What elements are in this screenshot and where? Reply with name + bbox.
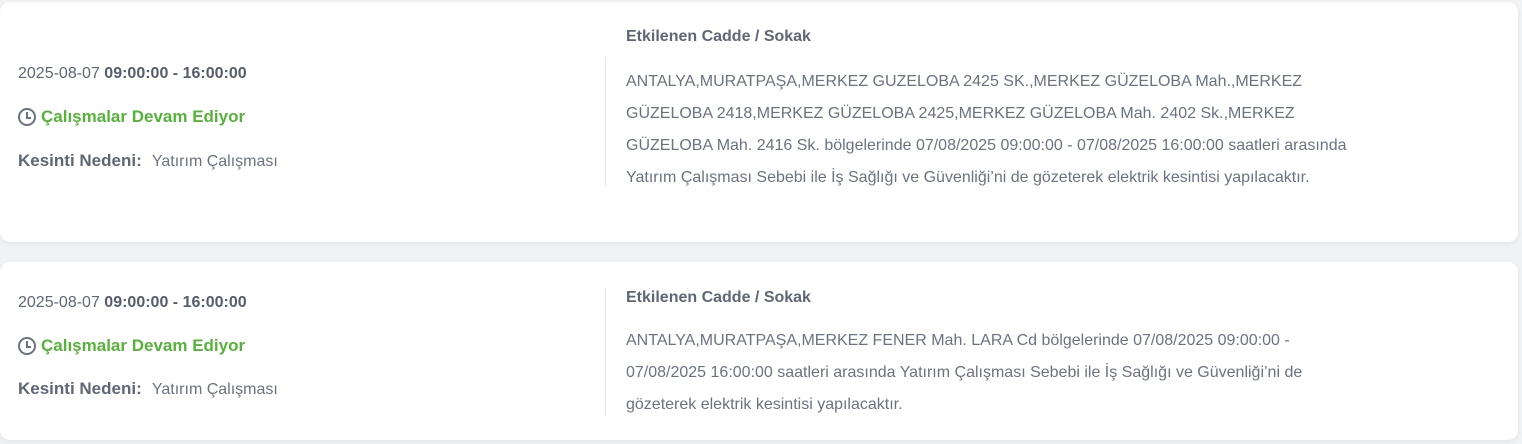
affected-streets: Etkilenen Cadde / Sokak ANTALYA,MURATPAŞ…	[626, 289, 1371, 421]
affected-streets-text: ANTALYA,MURATPAŞA,MERKEZ FENER Mah. LARA…	[626, 332, 1303, 413]
outage-status: Çalışmalar Devam Ediyor	[18, 336, 245, 356]
outage-time-range: 09:00:00 - 16:00:00	[104, 65, 247, 82]
outage-reason: Kesinti Nedeni: Yatırım Çalışması	[18, 151, 278, 171]
outage-time-range: 09:00:00 - 16:00:00	[104, 294, 247, 311]
outage-datetime: 2025-08-07 09:00:00 - 16:00:00	[18, 294, 247, 312]
outage-date: 2025-08-07	[18, 65, 100, 82]
affected-streets: Etkilenen Cadde / Sokak ANTALYA,MURATPAŞ…	[626, 28, 1371, 194]
outage-reason-label: Kesinti Nedeni:	[18, 151, 142, 170]
affected-streets-text: ANTALYA,MURATPAŞA,MERKEZ GUZELOBA 2425 S…	[626, 73, 1347, 186]
outage-status: Çalışmalar Devam Ediyor	[18, 107, 245, 127]
outage-reason: Kesinti Nedeni: Yatırım Çalışması	[18, 379, 278, 399]
outage-card: 2025-08-07 09:00:00 - 16:00:00 Çalışmala…	[0, 2, 1518, 242]
column-divider	[605, 57, 606, 187]
outage-status-label: Çalışmalar Devam Ediyor	[41, 107, 246, 126]
affected-streets-heading: Etkilenen Cadde / Sokak	[626, 28, 811, 45]
outage-date: 2025-08-07	[18, 294, 100, 311]
affected-streets-heading: Etkilenen Cadde / Sokak	[626, 289, 811, 306]
outage-datetime: 2025-08-07 09:00:00 - 16:00:00	[18, 65, 247, 83]
column-divider	[605, 288, 606, 416]
clock-icon	[18, 337, 36, 355]
outage-status-label: Çalışmalar Devam Ediyor	[41, 336, 246, 355]
outage-reason-value: Yatırım Çalışması	[151, 153, 278, 170]
outage-reason-label: Kesinti Nedeni:	[18, 379, 142, 398]
outage-reason-value: Yatırım Çalışması	[151, 381, 278, 398]
clock-icon	[18, 108, 36, 126]
outage-card: 2025-08-07 09:00:00 - 16:00:00 Çalışmala…	[0, 262, 1518, 440]
